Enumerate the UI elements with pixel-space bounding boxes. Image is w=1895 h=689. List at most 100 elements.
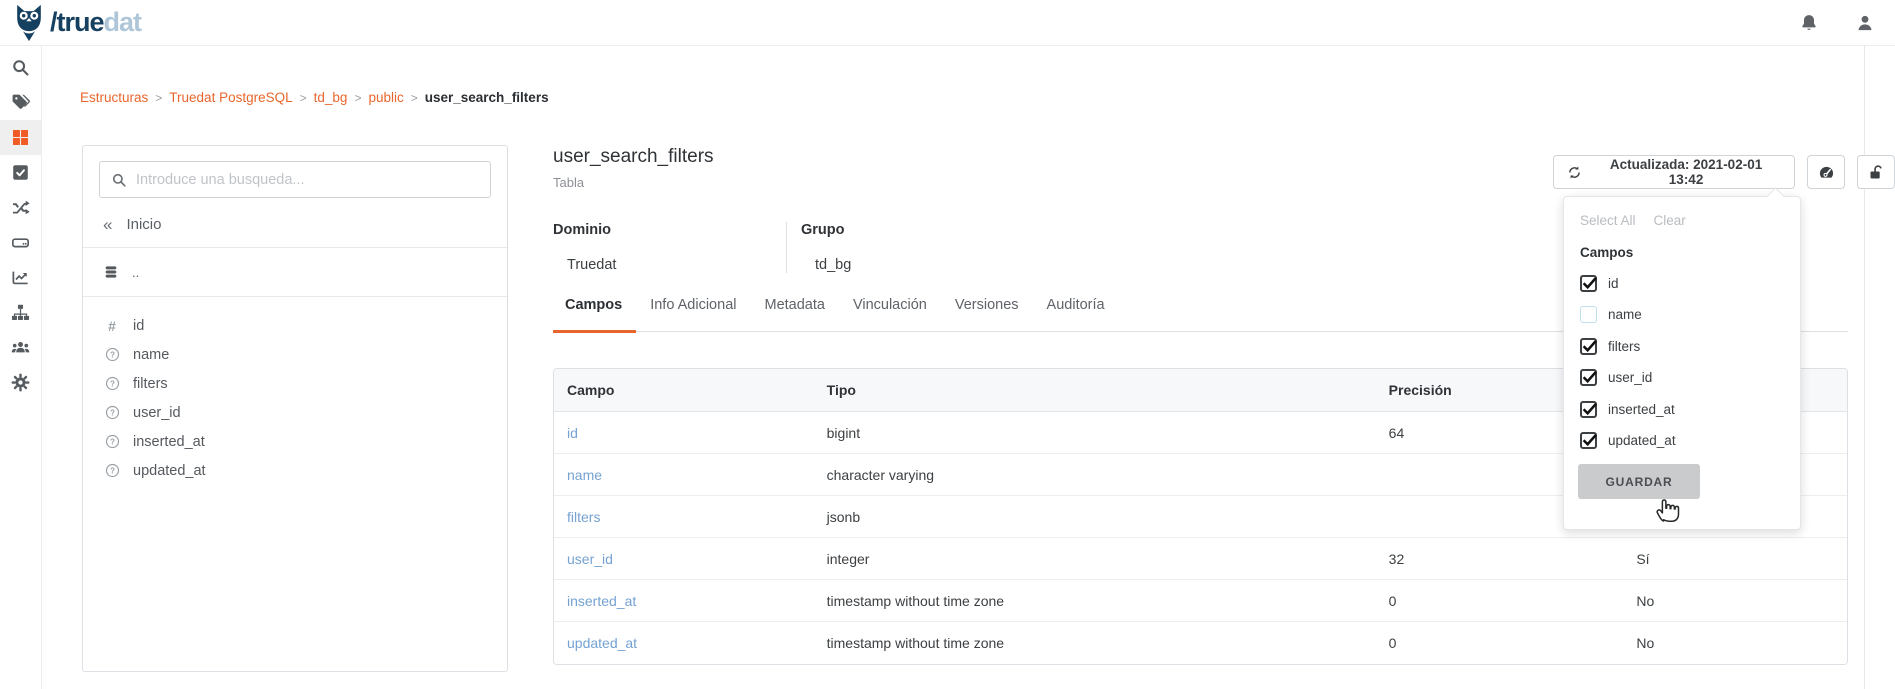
tags-icon <box>11 93 30 112</box>
hash-icon: # <box>104 318 120 334</box>
tab-auditoría[interactable]: Auditoría <box>1033 297 1119 332</box>
breadcrumb-link[interactable]: Truedat PostgreSQL <box>169 90 292 105</box>
breadcrumb-link[interactable]: Estructuras <box>80 90 148 105</box>
search-input[interactable] <box>136 172 479 188</box>
cell-precision: 0 <box>1376 622 1613 664</box>
breadcrumb: Estructuras>Truedat PostgreSQL>td_bg>pub… <box>80 90 549 105</box>
dropdown-option-label: inserted_at <box>1608 402 1675 417</box>
field-link[interactable]: name <box>567 467 602 483</box>
chart-line-icon <box>11 268 30 287</box>
brand-text-dark: /true <box>50 7 104 37</box>
gear-icon <box>11 373 30 392</box>
breadcrumb-separator: > <box>148 91 169 105</box>
breadcrumb-current: user_search_filters <box>425 90 549 105</box>
checkbox-checked[interactable] <box>1580 338 1597 355</box>
tab-vinculación[interactable]: Vinculación <box>839 297 941 332</box>
field-link[interactable]: id <box>567 425 578 441</box>
grupo-value: td_bg <box>815 257 926 273</box>
tab-info-adicional[interactable]: Info Adicional <box>636 297 750 332</box>
truedat-logo[interactable]: /truedat <box>10 3 141 43</box>
unlock-button[interactable] <box>1857 155 1895 189</box>
cell-campo: user_id <box>554 538 814 580</box>
dropdown-option-inserted_at: inserted_at <box>1580 401 1784 418</box>
dropdown-option-user_id: user_id <box>1580 369 1784 386</box>
dropdown-option-label: id <box>1608 276 1619 291</box>
check-square-icon <box>11 163 30 182</box>
checkbox-checked[interactable] <box>1580 401 1597 418</box>
cell-tipo: integer <box>814 538 1376 580</box>
dropdown-options: idnamefiltersuser_idinserted_atupdated_a… <box>1580 275 1784 450</box>
sidebar-item-gear[interactable] <box>0 365 41 400</box>
cell-campo: id <box>554 412 814 454</box>
tachometer-icon <box>1818 164 1835 181</box>
dominio-value: Truedat <box>567 257 746 273</box>
field-link[interactable]: user_id <box>567 551 613 567</box>
clear-link[interactable]: Clear <box>1654 213 1686 228</box>
checkbox-checked[interactable] <box>1580 432 1597 449</box>
sidebar-item-sitemap[interactable] <box>0 295 41 330</box>
breadcrumb-link[interactable]: public <box>368 90 403 105</box>
tab-metadata[interactable]: Metadata <box>750 297 838 332</box>
sidebar-item-tags[interactable] <box>0 85 41 120</box>
refresh-updated-button[interactable]: Actualizada: 2021-02-01 13:42 <box>1553 155 1795 189</box>
field-list-item[interactable]: ?filters <box>83 369 507 398</box>
nav-home-item[interactable]: « Inicio <box>103 216 491 247</box>
checkbox-checked[interactable] <box>1580 275 1597 292</box>
svg-text:?: ? <box>110 350 115 359</box>
structure-search-box <box>99 161 491 198</box>
field-list-item[interactable]: ? name <box>83 340 507 369</box>
field-list-label: inserted_at <box>133 434 205 450</box>
structure-nav-panel: « Inicio .. #id? name ?filters? user_id? ins… <box>82 145 508 672</box>
svg-text:?: ? <box>110 408 115 417</box>
select-all-link[interactable]: Select All <box>1580 213 1636 228</box>
checkbox-unchecked[interactable] <box>1580 306 1597 323</box>
field-list-item[interactable]: ?updated_at <box>83 456 507 485</box>
svg-text:?: ? <box>110 437 115 446</box>
field-list-label: user_id <box>133 405 181 421</box>
breadcrumb-link[interactable]: td_bg <box>314 90 348 105</box>
sidebar-item-search[interactable] <box>0 50 41 85</box>
cell-nullable: Sí <box>1612 538 1847 580</box>
header-actions: Actualizada: 2021-02-01 13:42 <box>1553 155 1895 189</box>
dropdown-option-id: id <box>1580 275 1784 292</box>
shuffle-icon <box>11 198 30 217</box>
field-list-label: name <box>133 347 169 363</box>
tab-campos[interactable]: Campos <box>553 297 636 332</box>
checkbox-checked[interactable] <box>1580 369 1597 386</box>
user-profile-icon[interactable] <box>1855 13 1875 33</box>
dropdown-title: Campos <box>1580 245 1784 260</box>
breadcrumb-separator: > <box>404 91 425 105</box>
breadcrumb-separator: > <box>347 91 368 105</box>
brand-text-light: dat <box>104 7 142 37</box>
database-icon <box>103 264 119 280</box>
field-link[interactable]: inserted_at <box>567 593 636 609</box>
sidebar-item-shuffle[interactable] <box>0 190 41 225</box>
sidebar-item-grid[interactable] <box>0 120 41 155</box>
field-list-item[interactable]: ? user_id <box>83 398 507 427</box>
tab-versiones[interactable]: Versiones <box>941 297 1033 332</box>
sidebar-item-check-square[interactable] <box>0 155 41 190</box>
notifications-bell-icon[interactable] <box>1799 13 1819 33</box>
updated-button-label: Actualizada: 2021-02-01 13:42 <box>1591 157 1781 187</box>
sitemap-icon <box>11 303 30 322</box>
field-link[interactable]: updated_at <box>567 635 637 651</box>
field-list-item[interactable]: #id <box>83 311 507 340</box>
sidebar-item-chart-line[interactable] <box>0 260 41 295</box>
dropdown-option-label: updated_at <box>1608 433 1676 448</box>
field-link[interactable]: filters <box>567 509 600 525</box>
cell-campo: name <box>554 454 814 496</box>
content-right-edge <box>1864 46 1865 689</box>
hand-cursor-icon <box>1652 494 1682 524</box>
sidebar-item-hdd[interactable] <box>0 225 41 260</box>
dropdown-option-name: name <box>1580 306 1784 323</box>
refresh-icon <box>1567 165 1582 180</box>
double-chevron-left-icon: « <box>103 216 112 233</box>
cell-campo: updated_at <box>554 622 814 664</box>
sidebar-item-users[interactable] <box>0 330 41 365</box>
field-visibility-button[interactable] <box>1807 155 1845 189</box>
cell-campo: inserted_at <box>554 580 814 622</box>
field-list-item[interactable]: ? inserted_at <box>83 427 507 456</box>
search-icon <box>111 172 127 188</box>
field-selector-dropdown: Select All Clear Campos idnamefiltersuse… <box>1563 196 1801 530</box>
nav-parent-item[interactable]: .. <box>83 248 507 296</box>
